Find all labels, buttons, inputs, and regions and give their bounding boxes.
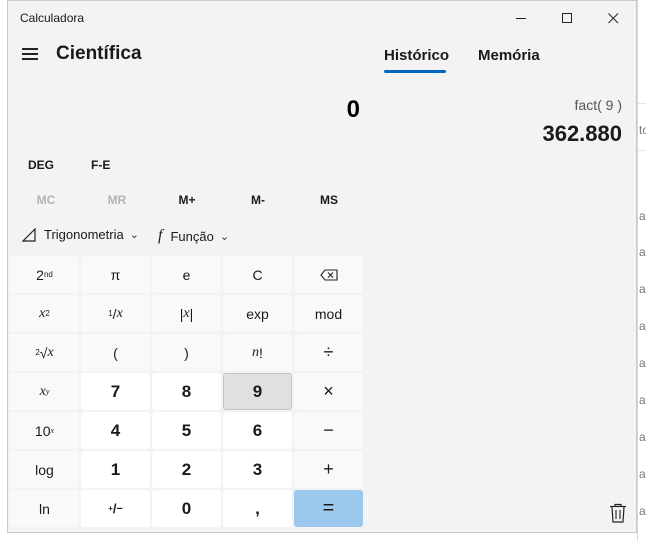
digit-3-button[interactable]: 3	[223, 451, 292, 488]
keypad: 2nd π e C x2 1/x | x | exp mod 2 √ x ( ) n! …	[10, 256, 365, 531]
calculator-window: Calculadora Científica Histórico Memória…	[7, 0, 637, 533]
chevron-down-icon: ⌄	[219, 230, 230, 243]
tab-memory[interactable]: Memória	[478, 47, 540, 64]
digit-9-button[interactable]: 9	[223, 373, 292, 410]
multiply-button[interactable]: ×	[294, 373, 363, 410]
second-function-button[interactable]: 2nd	[10, 256, 79, 293]
ten-power-button[interactable]: 10 x	[10, 412, 79, 449]
divide-button[interactable]: ÷	[294, 334, 363, 371]
close-button[interactable]	[590, 1, 636, 35]
add-button[interactable]: +	[294, 451, 363, 488]
digit-6-button[interactable]: 6	[223, 412, 292, 449]
negate-button[interactable]: + / −	[81, 490, 150, 527]
digit-0-button[interactable]: 0	[152, 490, 221, 527]
absolute-button[interactable]: | x |	[152, 295, 221, 332]
memory-subtract-button[interactable]: M-	[228, 193, 288, 207]
display-value: 0	[346, 96, 360, 123]
digit-7-button[interactable]: 7	[81, 373, 150, 410]
power-button[interactable]: xy	[10, 373, 79, 410]
digit-8-button[interactable]: 8	[152, 373, 221, 410]
minimize-icon	[515, 17, 526, 19]
function-icon: f	[158, 227, 163, 244]
title-bar: Calculadora	[8, 1, 636, 35]
background-text: a	[639, 393, 646, 407]
chevron-down-icon: ⌄	[129, 229, 139, 241]
log-button[interactable]: log	[10, 451, 79, 488]
decimal-separator-button[interactable]: ,	[223, 490, 292, 527]
fe-toggle-button[interactable]: F-E	[91, 158, 110, 172]
memory-clear-button[interactable]: MC	[16, 193, 76, 207]
background-app-edge: to a a a a a a a a a	[637, 0, 646, 541]
function-dropdown[interactable]: f Função ⌄	[158, 227, 229, 245]
trigonometry-dropdown[interactable]: Trigonometria ⌄	[22, 227, 139, 242]
clear-history-button[interactable]	[609, 503, 627, 523]
navigation-menu-button[interactable]	[20, 43, 40, 67]
open-paren-button[interactable]: (	[81, 334, 150, 371]
background-text: a	[639, 282, 646, 296]
close-paren-button[interactable]: )	[152, 334, 221, 371]
trash-icon	[610, 503, 626, 523]
factorial-button[interactable]: n!	[223, 334, 292, 371]
pi-button[interactable]: π	[81, 256, 150, 293]
history-expression[interactable]: fact( 9 )	[575, 97, 622, 113]
function-label: Função	[170, 228, 214, 244]
equals-button[interactable]: =	[294, 490, 363, 527]
exp-button[interactable]: exp	[223, 295, 292, 332]
digit-2-button[interactable]: 2	[152, 451, 221, 488]
square-root-button[interactable]: 2 √ x	[10, 334, 79, 371]
maximize-icon	[561, 12, 572, 23]
background-text: a	[639, 356, 646, 370]
close-icon	[607, 12, 618, 23]
mode-title: Científica	[56, 43, 142, 64]
memory-add-button[interactable]: M+	[157, 193, 217, 207]
reciprocal-button[interactable]: 1/x	[81, 295, 150, 332]
digit-5-button[interactable]: 5	[152, 412, 221, 449]
digit-1-button[interactable]: 1	[81, 451, 150, 488]
ln-button[interactable]: ln	[10, 490, 79, 527]
minimize-button[interactable]	[498, 1, 544, 35]
background-text: a	[639, 430, 646, 444]
subtract-button[interactable]: −	[294, 412, 363, 449]
digit-4-button[interactable]: 4	[81, 412, 150, 449]
backspace-button[interactable]	[294, 256, 363, 293]
background-text: a	[639, 319, 646, 333]
active-tab-indicator	[384, 70, 446, 73]
window-title: Calculadora	[20, 11, 85, 25]
app-header: Científica Histórico Memória	[8, 37, 636, 73]
triangle-ruler-icon	[22, 227, 36, 242]
calculator-display: 0	[8, 96, 360, 124]
mod-button[interactable]: mod	[294, 295, 363, 332]
maximize-button[interactable]	[544, 1, 590, 35]
background-text: a	[639, 245, 646, 259]
square-button[interactable]: x2	[10, 295, 79, 332]
history-result[interactable]: 362.880	[542, 121, 622, 147]
tab-history[interactable]: Histórico	[384, 47, 449, 64]
background-text: to	[639, 123, 646, 137]
clear-button[interactable]: C	[223, 256, 292, 293]
backspace-icon	[319, 268, 338, 281]
euler-button[interactable]: e	[152, 256, 221, 293]
memory-store-button[interactable]: MS	[299, 193, 359, 207]
background-text: a	[639, 504, 646, 518]
background-text: a	[639, 467, 646, 481]
memory-recall-button[interactable]: MR	[87, 193, 147, 207]
trigonometry-label: Trigonometria	[44, 227, 124, 242]
background-text: a	[639, 209, 646, 223]
angle-unit-button[interactable]: DEG	[28, 158, 54, 172]
